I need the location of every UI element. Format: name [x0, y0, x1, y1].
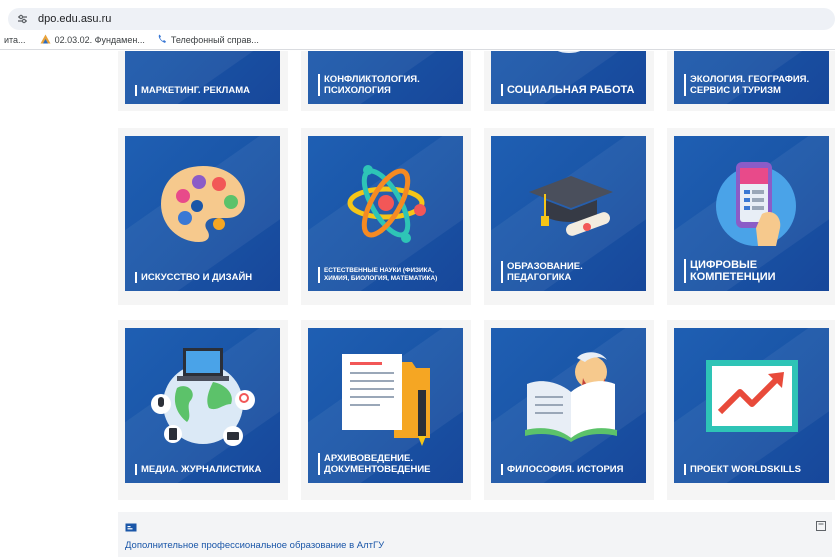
course-title: ЕСТЕСТВЕННЫЕ НАУКИ (ФИЗИКА, ХИМИЯ, БИОЛО… [318, 267, 457, 283]
atom-icon [347, 165, 426, 243]
collapse-icon[interactable] [816, 518, 826, 536]
footer-link[interactable]: Дополнительное профессиональное образова… [125, 540, 384, 551]
people-illustration-icon [557, 51, 581, 53]
course-title: ЦИФРОВЫЕ КОМПЕТЕНЦИИ [684, 259, 823, 283]
course-card[interactable]: АРХИВОВЕДЕНИЕ. ДОКУМЕНТОВЕДЕНИЕ [301, 320, 471, 500]
bookmark-item[interactable]: 02.03.02. Фундамен... [40, 34, 145, 46]
course-tile[interactable]: АРХИВОВЕДЕНИЕ. ДОКУМЕНТОВЕДЕНИЕ [308, 328, 463, 483]
course-title: АРХИВОВЕДЕНИЕ. ДОКУМЕНТОВЕДЕНИЕ [318, 453, 457, 475]
course-tile[interactable]: ЭКОЛОГИЯ. ГЕОГРАФИЯ. СЕРВИС И ТУРИЗМ [674, 51, 829, 104]
course-title: СОЦИАЛЬНАЯ РАБОТА [501, 84, 640, 96]
bookmark-favicon-icon [157, 34, 167, 46]
site-settings-icon[interactable] [16, 13, 28, 25]
course-title: МЕДИА. ЖУРНАЛИСТИКА [135, 464, 274, 475]
course-card[interactable]: ИСКУССТВО И ДИЗАЙН [118, 128, 288, 305]
course-title: ФИЛОСОФИЯ. ИСТОРИЯ [501, 464, 640, 475]
course-tile[interactable]: ОБРАЗОВАНИЕ. ПЕДАГОГИКА [491, 136, 646, 291]
course-title: ИСКУССТВО И ДИЗАЙН [135, 272, 274, 283]
course-card[interactable]: ПРОЕКТ WORLDSKILLS [667, 320, 835, 500]
palette-icon [161, 166, 245, 242]
course-title: ОБРАЗОВАНИЕ. ПЕДАГОГИКА [501, 261, 640, 283]
course-tile[interactable]: ЦИФРОВЫЕ КОМПЕТЕНЦИИ [674, 136, 829, 291]
bookmark-favicon-icon [40, 34, 51, 46]
graduation-cap-icon [529, 176, 613, 236]
course-card[interactable]: ЭКОЛОГИЯ. ГЕОГРАФИЯ. СЕРВИС И ТУРИЗМ [667, 51, 835, 111]
bookmarks-bar: ита... 02.03.02. Фундамен... Телефонный … [0, 30, 835, 50]
course-title: МАРКЕТИНГ. РЕКЛАМА [135, 85, 274, 96]
url-field[interactable]: dpo.edu.asu.ru [8, 8, 835, 30]
course-tile[interactable]: ПРОЕКТ WORLDSKILLS [674, 328, 829, 483]
course-card[interactable]: СОЦИАЛЬНАЯ РАБОТА [484, 51, 654, 111]
course-tile[interactable]: МЕДИА. ЖУРНАЛИСТИКА [125, 328, 280, 483]
course-card[interactable]: МЕДИА. ЖУРНАЛИСТИКА [118, 320, 288, 500]
documents-icon [342, 354, 430, 446]
bookmark-label: 02.03.02. Фундамен... [54, 34, 145, 45]
bookmark-label: ита... [4, 34, 26, 45]
page-content: МАРКЕТИНГ. РЕКЛАМА КОНФЛИКТОЛОГИЯ. ПСИХО… [0, 51, 835, 557]
course-tile[interactable]: ЕСТЕСТВЕННЫЕ НАУКИ (ФИЗИКА, ХИМИЯ, БИОЛО… [308, 136, 463, 291]
course-card[interactable]: ФИЛОСОФИЯ. ИСТОРИЯ [484, 320, 654, 500]
bookmark-item[interactable]: Телефонный справ... [157, 34, 259, 46]
browser-address-bar: dpo.edu.asu.ru [0, 0, 835, 30]
globe-laptop-icon [151, 348, 255, 446]
course-title: КОНФЛИКТОЛОГИЯ. ПСИХОЛОГИЯ [318, 74, 457, 96]
course-tile[interactable]: МАРКЕТИНГ. РЕКЛАМА [125, 51, 280, 104]
course-tile[interactable]: ФИЛОСОФИЯ. ИСТОРИЯ [491, 328, 646, 483]
course-card[interactable]: ОБРАЗОВАНИЕ. ПЕДАГОГИКА [484, 128, 654, 305]
section-icon [125, 519, 137, 537]
course-title: ЭКОЛОГИЯ. ГЕОГРАФИЯ. СЕРВИС И ТУРИЗМ [684, 74, 823, 96]
course-card[interactable]: ЕСТЕСТВЕННЫЕ НАУКИ (ФИЗИКА, ХИМИЯ, БИОЛО… [301, 128, 471, 305]
course-tile[interactable]: СОЦИАЛЬНАЯ РАБОТА [491, 51, 646, 104]
course-tile[interactable]: КОНФЛИКТОЛОГИЯ. ПСИХОЛОГИЯ [308, 51, 463, 104]
bookmark-item[interactable]: ита... [4, 35, 26, 45]
course-title: ПРОЕКТ WORLDSKILLS [684, 464, 823, 475]
course-card[interactable]: ЦИФРОВЫЕ КОМПЕТЕНЦИИ [667, 128, 835, 305]
open-book-icon [525, 352, 617, 442]
url-text: dpo.edu.asu.ru [38, 13, 112, 25]
bookmark-label: Телефонный справ... [170, 34, 259, 45]
course-card[interactable]: МАРКЕТИНГ. РЕКЛАМА [118, 51, 288, 111]
smartphone-icon [716, 162, 796, 246]
footer-block: Дополнительное профессиональное образова… [118, 512, 832, 557]
course-card[interactable]: КОНФЛИКТОЛОГИЯ. ПСИХОЛОГИЯ [301, 51, 471, 111]
growth-chart-icon [706, 360, 798, 432]
course-tile[interactable]: ИСКУССТВО И ДИЗАЙН [125, 136, 280, 291]
